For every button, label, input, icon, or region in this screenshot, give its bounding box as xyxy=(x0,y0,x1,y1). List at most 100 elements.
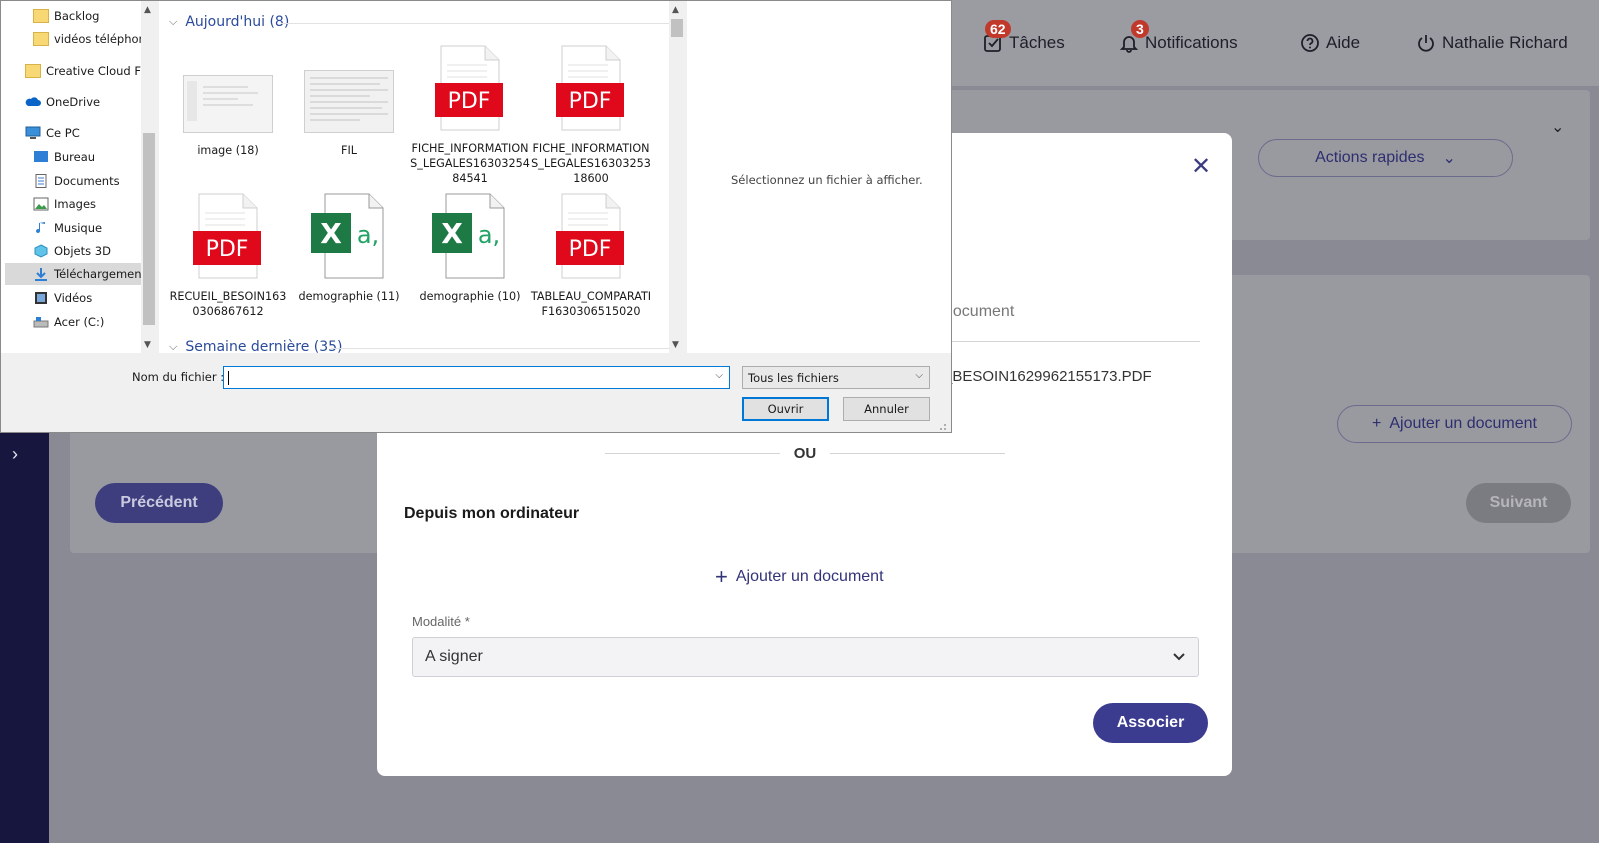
filetype-select[interactable]: Tous les fichiers ⌵ xyxy=(742,366,930,389)
tree-item-label: Musique xyxy=(54,221,103,235)
pdf-file-icon: PDF xyxy=(193,193,261,279)
file-item-tableau-comparatif[interactable]: PDF TABLEAU_COMPARATIF1630306515020 xyxy=(530,193,652,319)
nav-tasks[interactable]: Tâches 62 xyxy=(983,20,1065,56)
file-item-fiche-informations-legales-1[interactable]: PDF FICHE_INFORMATIONS_LEGALES1630325484… xyxy=(409,45,531,186)
group-today-header[interactable]: ⌵ Aujourd'hui (8) xyxy=(169,14,289,30)
quick-actions-label: Actions rapides xyxy=(1315,149,1425,166)
preview-pane: Sélectionnez un fichier à afficher. xyxy=(687,1,951,353)
tab-document[interactable]: document xyxy=(944,303,1014,321)
tree-item-label: Documents xyxy=(54,174,120,188)
tree-scroll-thumb[interactable] xyxy=(143,133,155,325)
nav-tasks-label: Tâches xyxy=(1009,33,1065,52)
file-item-fiche-informations-legales-2[interactable]: PDF FICHE_INFORMATIONS_LEGALES1630325318… xyxy=(530,45,652,186)
collapse-card-icon[interactable]: ⌄ xyxy=(1551,117,1564,137)
file-item-demographie-11[interactable]: Xa, demographie (11) xyxy=(288,193,410,304)
scroll-up-icon[interactable]: ▲ xyxy=(672,5,679,15)
next-button[interactable]: Suivant xyxy=(1466,483,1571,523)
tree-item-videos[interactable]: Vidéos xyxy=(33,287,92,309)
tree-item-bureau[interactable]: Bureau xyxy=(33,146,95,168)
file-name: TABLEAU_COMPARATIF1630306515020 xyxy=(530,290,652,318)
group-last-week-label: Semaine dernière (35) xyxy=(185,339,343,353)
file-name: demographie (10) xyxy=(419,290,521,303)
from-computer-heading: Depuis mon ordinateur xyxy=(404,505,580,522)
excel-file-icon: Xa, xyxy=(311,193,384,279)
quick-actions-button[interactable]: Actions rapides ⌄ xyxy=(1258,139,1513,177)
filename-input[interactable]: ⌵ xyxy=(223,366,730,389)
excel-file-icon: Xa, xyxy=(432,193,505,279)
tree-item-label: Images xyxy=(54,197,97,211)
tree-item-objets-3d[interactable]: Objets 3D xyxy=(33,240,111,262)
tree-item-backlog[interactable]: Backlog xyxy=(33,5,99,27)
nav-help-label: Aide xyxy=(1326,33,1361,52)
chevron-down-icon: ⌄ xyxy=(1442,150,1456,167)
file-list-scroll-thumb[interactable] xyxy=(671,19,683,37)
tasks-count-badge: 62 xyxy=(985,20,1011,38)
tree-item-label: Objets 3D xyxy=(54,244,111,258)
tree-item-ce-pc[interactable]: Ce PC xyxy=(25,122,80,144)
open-button[interactable]: Ouvrir xyxy=(742,397,829,421)
creative-cloud-icon xyxy=(25,64,41,78)
help-icon xyxy=(1301,34,1319,52)
excel-x-label: X xyxy=(441,217,463,250)
resize-grip-icon[interactable] xyxy=(937,421,947,431)
divider xyxy=(281,23,676,24)
tree-item-musique[interactable]: Musique xyxy=(33,217,102,239)
nav-help[interactable]: Aide xyxy=(1300,30,1360,56)
tree-scrollbar[interactable]: ▲ ▼ xyxy=(141,1,157,353)
image-thumbnail-icon xyxy=(304,70,394,133)
nav-user-label: Nathalie Richard xyxy=(1442,33,1568,52)
group-last-week-header[interactable]: ⌵ Semaine dernière (35) xyxy=(169,339,343,353)
scroll-down-icon[interactable]: ▼ xyxy=(672,340,679,350)
folder-icon xyxy=(33,9,49,23)
music-icon xyxy=(36,222,45,234)
tree-item-label: Bureau xyxy=(54,150,96,164)
previous-button[interactable]: Précédent xyxy=(95,483,223,523)
file-item-demographie-10[interactable]: Xa, demographie (10) xyxy=(409,193,531,304)
expand-sidebar-icon[interactable]: › xyxy=(12,445,18,463)
filename-label: Nom du fichier : xyxy=(132,370,225,384)
tree-item-documents[interactable]: Documents xyxy=(33,170,120,192)
add-document-from-computer-button[interactable]: + Ajouter un document xyxy=(715,564,884,590)
image-thumbnail-icon xyxy=(183,75,273,133)
nav-user[interactable]: Nathalie Richard xyxy=(1416,30,1568,56)
pdf-label: PDF xyxy=(569,89,612,114)
tree-item-images[interactable]: Images xyxy=(33,193,96,215)
tree-item-acer-c[interactable]: Acer (C:) xyxy=(33,311,104,333)
selected-file-name: _BESOIN1629962155173.PDF xyxy=(944,368,1152,385)
file-name: FICHE_INFORMATIONS_LEGALES1630325484541 xyxy=(410,142,530,185)
pdf-label: PDF xyxy=(569,237,612,262)
tree-item-label: vidéos téléphone xyxy=(54,32,153,46)
file-item-recueil-besoin[interactable]: PDF RECUEIL_BESOIN1630306867612 xyxy=(167,193,289,319)
plus-icon: + xyxy=(715,564,728,589)
tree-item-label: OneDrive xyxy=(46,95,101,109)
close-icon[interactable]: ✕ xyxy=(1191,155,1211,179)
objects-3d-icon xyxy=(34,244,48,258)
tree-item-videos-telephone[interactable]: vidéos téléphone xyxy=(33,28,153,50)
modality-select[interactable]: A signer xyxy=(412,637,1199,677)
or-separator: OU xyxy=(605,445,1005,462)
chevron-down-icon[interactable]: ⌵ xyxy=(715,370,723,381)
plus-icon: + xyxy=(1372,415,1382,432)
file-name: demographie (11) xyxy=(298,290,400,303)
tree-item-onedrive[interactable]: OneDrive xyxy=(25,91,100,113)
scroll-down-icon[interactable]: ▼ xyxy=(144,340,151,350)
chevron-down-icon xyxy=(1173,653,1185,661)
tree-item-label: Vidéos xyxy=(54,291,93,305)
desktop-icon xyxy=(34,151,48,162)
or-label: OU xyxy=(793,445,817,462)
tree-item-label: Backlog xyxy=(54,9,100,23)
cancel-button[interactable]: Annuler xyxy=(843,397,930,421)
scroll-up-icon[interactable]: ▲ xyxy=(144,5,151,15)
tree-item-label: Ce PC xyxy=(46,126,80,140)
associate-button[interactable]: Associer xyxy=(1093,703,1208,743)
file-name: FICHE_INFORMATIONS_LEGALES1630325318600 xyxy=(531,142,651,185)
file-item-image-18[interactable]: image (18) xyxy=(167,75,289,158)
add-document-button[interactable]: + Ajouter un document xyxy=(1337,405,1572,443)
onedrive-icon xyxy=(25,97,41,106)
file-list-scrollbar[interactable]: ▲ ▼ xyxy=(669,1,685,353)
tree-item-telechargements[interactable]: Téléchargements xyxy=(5,263,157,285)
chevron-down-icon: ⌵ xyxy=(915,370,923,381)
nav-notifications[interactable]: Notifications 3 xyxy=(1119,20,1238,56)
tree-item-creative-cloud[interactable]: Creative Cloud Files xyxy=(25,60,157,82)
file-item-fil[interactable]: FIL xyxy=(288,70,410,158)
